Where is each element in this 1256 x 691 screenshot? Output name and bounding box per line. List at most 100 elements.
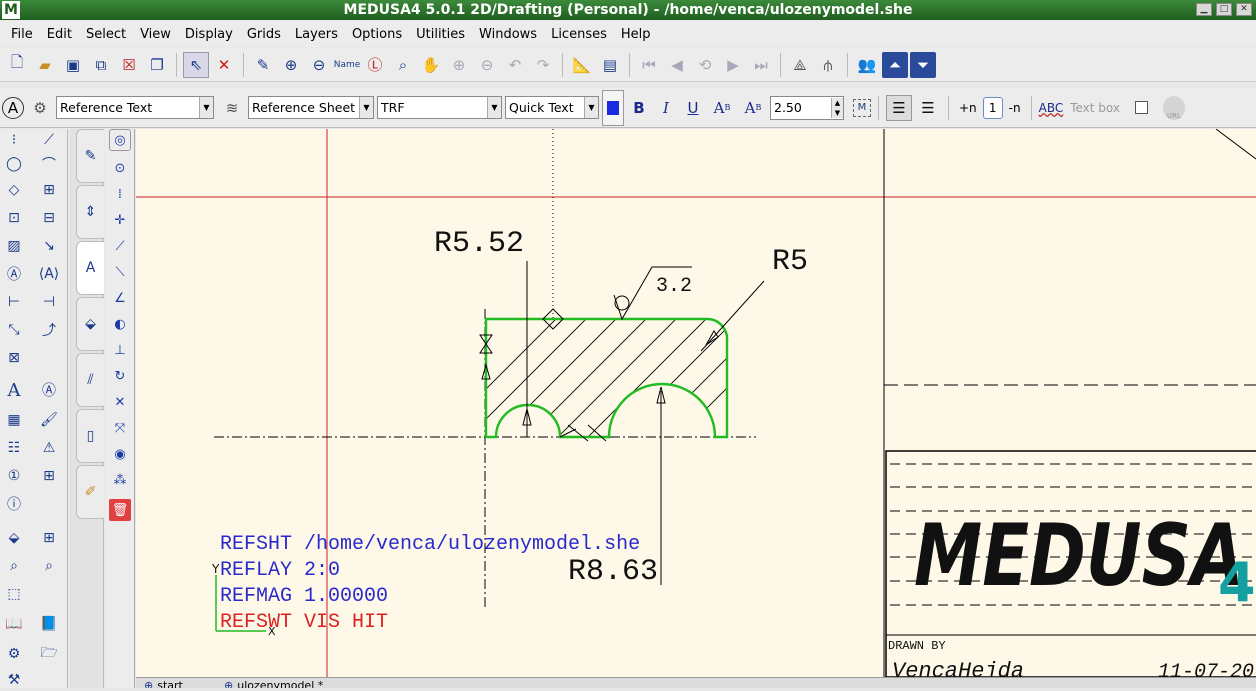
plus-n-button[interactable]: +n [956,101,980,115]
part-outline[interactable] [484,317,729,439]
rect-tool-icon[interactable]: ⊞ [38,179,60,201]
snap-mid-icon[interactable]: ⟍ [109,261,131,283]
dim-datum-icon[interactable]: ⊠ [3,347,25,369]
dim-radius-icon[interactable]: ⤡ [3,319,25,341]
pan-hand-icon[interactable]: ✋ [418,52,444,78]
trim-icon[interactable]: ⫛ [815,52,841,78]
snap-angle-icon[interactable]: ∠ [109,287,131,309]
underline-button[interactable]: U [681,95,705,121]
menu-file[interactable]: File [4,27,40,42]
bold-button[interactable]: B [627,95,651,121]
menu-options[interactable]: Options [345,27,409,42]
tab-sheets[interactable]: ▯ [76,409,104,463]
snap-center-icon[interactable]: ◐ [109,313,131,335]
spell-check-icon[interactable]: ABC [1039,101,1064,115]
dim-r5-text[interactable]: R5 [772,245,808,279]
drawing-canvas[interactable]: R5.52 R5 R8.63 3.2 REFSHT /home/venca/ul… [136,129,1256,677]
next-icon[interactable]: ▶ [720,52,746,78]
snap-end-icon[interactable]: ⟋ [109,235,131,257]
surface-finish-symbol[interactable]: 3.2 [613,266,692,321]
zoom-window-icon[interactable]: ⌕ [390,52,416,78]
tab-draw[interactable]: ✎ [76,129,104,183]
text-a-icon[interactable]: A [3,379,25,401]
dim-chain-icon[interactable]: ⤴ [38,319,60,341]
superscript-button[interactable]: AB [708,95,736,121]
chevron-down-icon[interactable]: ▼ [584,97,598,118]
item-list-icon[interactable]: ⊞ [38,465,60,487]
font-select[interactable]: TRF ▼ [377,96,502,119]
hatch-tool-icon[interactable]: ▨ [3,235,25,257]
menu-display[interactable]: Display [178,27,240,42]
book-icon[interactable]: 📖 [3,613,25,635]
tab-reference[interactable]: ⬙ [76,297,104,351]
point-tool-icon[interactable]: ⁝ [3,129,25,151]
chamfer-tool-icon[interactable]: ⊟ [38,207,60,229]
trash-icon[interactable]: 🗑 [109,499,131,521]
app-logo-icon[interactable]: M [2,1,20,19]
chevron-down-icon[interactable]: ▼ [487,97,501,118]
snap-intersection-icon[interactable]: ✛ [109,209,131,231]
ref-search2-icon[interactable]: ⌕ [38,555,60,577]
last-icon[interactable]: ⏭ [748,52,774,78]
first-icon[interactable]: ⏮ [636,52,662,78]
dim-r863-text[interactable]: R8.63 [568,555,658,589]
text-properties-icon[interactable]: ⚙ [27,95,53,121]
windows-icon[interactable]: ❐ [144,52,170,78]
zoom-prev-icon[interactable]: ⊕ [446,52,472,78]
zoom-in-icon[interactable]: ⊕ [278,52,304,78]
warning-icon[interactable]: ⚠ [38,437,60,459]
menu-utilities[interactable]: Utilities [409,27,472,42]
library-icon[interactable]: 📘 [38,613,60,635]
edit-icon[interactable]: ✎ [250,52,276,78]
table-icon[interactable]: ▦ [3,409,25,431]
subscript-button[interactable]: AB [739,95,767,121]
menu-select[interactable]: Select [79,27,133,42]
ellipse-tool-icon[interactable]: ◇ [3,179,25,201]
settings-gear-icon[interactable]: ⚙ [3,643,25,665]
list-icon[interactable]: ☷ [3,437,25,459]
dim-linear-icon[interactable]: ⊢ [3,291,25,313]
dim-angular-icon[interactable]: ⊣ [38,291,60,313]
snap-cross-icon[interactable]: ✕ [109,391,131,413]
undo-icon[interactable]: ↶ [502,52,528,78]
raise-window-icon[interactable]: ⏶ [882,51,908,78]
menu-view[interactable]: View [133,27,178,42]
cycle-icon[interactable]: ⟲ [692,52,718,78]
spin-up-icon[interactable]: ▲ [832,98,843,108]
text-mode-m-icon[interactable]: M [853,98,871,117]
snap-nearest-icon[interactable]: ⤧ [109,417,131,439]
balloon-icon[interactable]: ① [3,465,25,487]
zoom-reset-icon[interactable]: Ⓛ [362,52,388,78]
italic-button[interactable]: I [654,95,678,121]
delete-icon[interactable]: ✕ [211,52,237,78]
sheet-select[interactable]: Reference Sheet ▼ [248,96,374,119]
select-pointer-icon[interactable]: ⇖ [183,51,209,78]
sheet-tab-model[interactable]: ⊕ ulozenymodel * [224,679,323,688]
construct-icon[interactable]: ⟁ [787,52,813,78]
redo-icon[interactable]: ↷ [530,52,556,78]
save-as-icon[interactable]: ⧉ [88,52,114,78]
snap-perp-icon[interactable]: ⊥ [109,339,131,361]
menu-edit[interactable]: Edit [40,27,79,42]
tab-library[interactable]: ⫽ [76,353,104,407]
spin-down-icon[interactable]: ▼ [832,108,843,118]
save-icon[interactable]: ▣ [60,52,86,78]
ref-line-2[interactable]: REFLAY 2:0 [220,559,340,582]
circle-tool-icon[interactable]: ◯ [3,153,25,175]
menu-grids[interactable]: Grids [240,27,288,42]
text-color-swatch[interactable] [602,89,624,126]
text-style-select[interactable]: Reference Text ▼ [56,96,214,119]
tab-dimension[interactable]: ⇕ [76,185,104,239]
minimize-icon[interactable]: ▁ [1196,3,1212,16]
zoom-next-icon[interactable]: ⊖ [474,52,500,78]
tab-text[interactable]: A [76,241,104,295]
layers-icon[interactable]: ≋ [219,95,245,121]
close-sheet-icon[interactable]: ☒ [116,52,142,78]
align-justify-icon[interactable]: ☰ [915,95,941,121]
menu-help[interactable]: Help [614,27,658,42]
ref-frame-icon[interactable]: ⬚ [3,583,25,605]
new-file-icon[interactable]: 🗋 [4,52,30,78]
snap-grid-icon[interactable]: ⁞ [109,183,131,205]
text-mode-select[interactable]: Quick Text ▼ [505,96,599,119]
snap-multi-icon[interactable]: ⁂ [109,469,131,491]
